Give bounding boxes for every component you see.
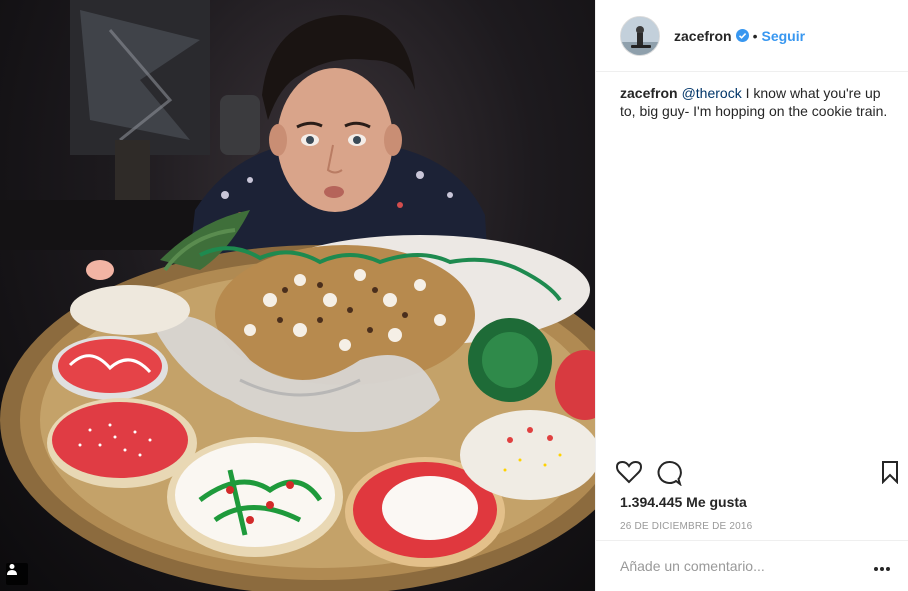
post-date[interactable]: 26 DE DICIEMBRE DE 2016 <box>620 521 752 532</box>
photo-illustration <box>0 0 595 591</box>
post-header: zacefron • Seguir <box>596 0 908 72</box>
post-sidebar: zacefron • Seguir zacefron @therock I kno… <box>595 0 908 591</box>
header-username[interactable]: zacefron <box>674 28 732 44</box>
post-photo[interactable] <box>0 0 595 591</box>
more-options-icon[interactable] <box>874 559 890 577</box>
likes-count[interactable]: 1.394.445 Me gusta <box>620 494 747 510</box>
caption: zacefron @therock I know what you're up t… <box>620 84 890 120</box>
user-tag-icon[interactable] <box>6 563 28 585</box>
instagram-post: zacefron • Seguir zacefron @therock I kno… <box>0 0 908 591</box>
action-bar <box>615 460 908 491</box>
follow-button[interactable]: Seguir <box>761 28 805 44</box>
comment-bubble-icon[interactable] <box>656 460 682 491</box>
bookmark-icon[interactable] <box>880 460 900 489</box>
avatar[interactable] <box>620 15 660 56</box>
heart-icon[interactable] <box>615 460 643 489</box>
comment-form <box>596 540 908 591</box>
comment-input[interactable] <box>620 555 850 577</box>
caption-username[interactable]: zacefron <box>620 85 678 101</box>
header-separator: • <box>752 27 758 44</box>
caption-mention[interactable]: @therock <box>682 85 742 101</box>
verified-badge-icon <box>735 29 749 42</box>
